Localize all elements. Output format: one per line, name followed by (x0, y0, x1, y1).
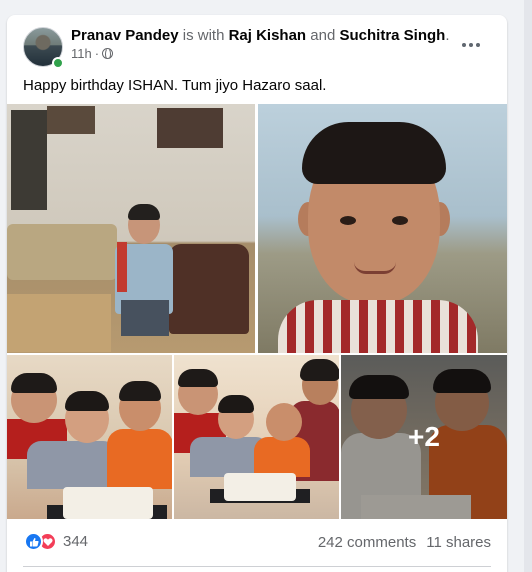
orange-sweater (254, 437, 310, 477)
child-hair (218, 395, 254, 413)
globe-icon[interactable] (102, 48, 114, 60)
engagement-counts: 242 comments 11 shares (318, 534, 491, 551)
online-status-dot (52, 57, 64, 69)
header-period: . (445, 27, 450, 44)
child-hair (178, 369, 218, 387)
more-photos-overlay[interactable]: +2 (341, 355, 507, 519)
with-text: is with (178, 27, 229, 44)
post-meta: 11h · (71, 46, 114, 61)
photo-3[interactable] (7, 355, 172, 519)
footer-divider (23, 566, 491, 567)
tagged-person-2[interactable]: Suchitra Singh (339, 27, 445, 44)
dot-icon (476, 43, 480, 47)
grey-jacket (27, 441, 117, 489)
orange-sweater (107, 429, 172, 489)
post-text: Happy birthday ISHAN. Tum jiyo Hazaro sa… (23, 77, 327, 94)
dot-icon (469, 43, 473, 47)
armchair (169, 244, 249, 334)
comments-count-link[interactable]: 242 comments (318, 534, 416, 551)
child-shorts (121, 300, 169, 336)
reactions-summary[interactable]: 344 (24, 532, 88, 551)
child-hair (128, 204, 160, 220)
shares-count-link[interactable]: 11 shares (426, 534, 491, 551)
child-face (266, 403, 302, 441)
child-hair (11, 373, 57, 393)
reaction-count: 344 (63, 533, 89, 550)
post-timestamp[interactable]: 11h (71, 46, 92, 61)
post-header: Pranav Pandey is with Raj Kishan and Suc… (71, 27, 450, 44)
birthday-cake (63, 487, 153, 519)
wall-frame (157, 108, 223, 148)
wall-frame (11, 110, 47, 210)
child-hair (119, 381, 161, 401)
more-photos-count: +2 (408, 421, 440, 452)
smile (354, 262, 396, 274)
tagged-person-1[interactable]: Raj Kishan (229, 27, 307, 44)
more-options-button[interactable] (457, 31, 485, 59)
photo-4[interactable] (174, 355, 339, 519)
school-bag-strap (117, 242, 127, 292)
sofa (7, 224, 117, 280)
wall-frame (47, 106, 95, 134)
child-hair (302, 122, 446, 184)
photo-1[interactable] (7, 104, 255, 353)
birthday-cake (224, 473, 296, 501)
eye (392, 216, 408, 225)
dot-icon (462, 43, 466, 47)
and-text: and (306, 27, 340, 44)
meta-separator: · (94, 46, 100, 61)
woman-hair (300, 359, 339, 381)
like-icon (24, 532, 43, 551)
child-hair (65, 391, 109, 411)
eye (340, 216, 356, 225)
page-scrollbar[interactable] (524, 0, 532, 572)
striped-shirt (278, 300, 478, 353)
post-card: Pranav Pandey is with Raj Kishan and Suc… (7, 15, 507, 572)
author-name[interactable]: Pranav Pandey (71, 27, 179, 44)
photo-2[interactable] (258, 104, 507, 353)
table (7, 294, 111, 352)
photo-5[interactable]: +2 (341, 355, 507, 519)
